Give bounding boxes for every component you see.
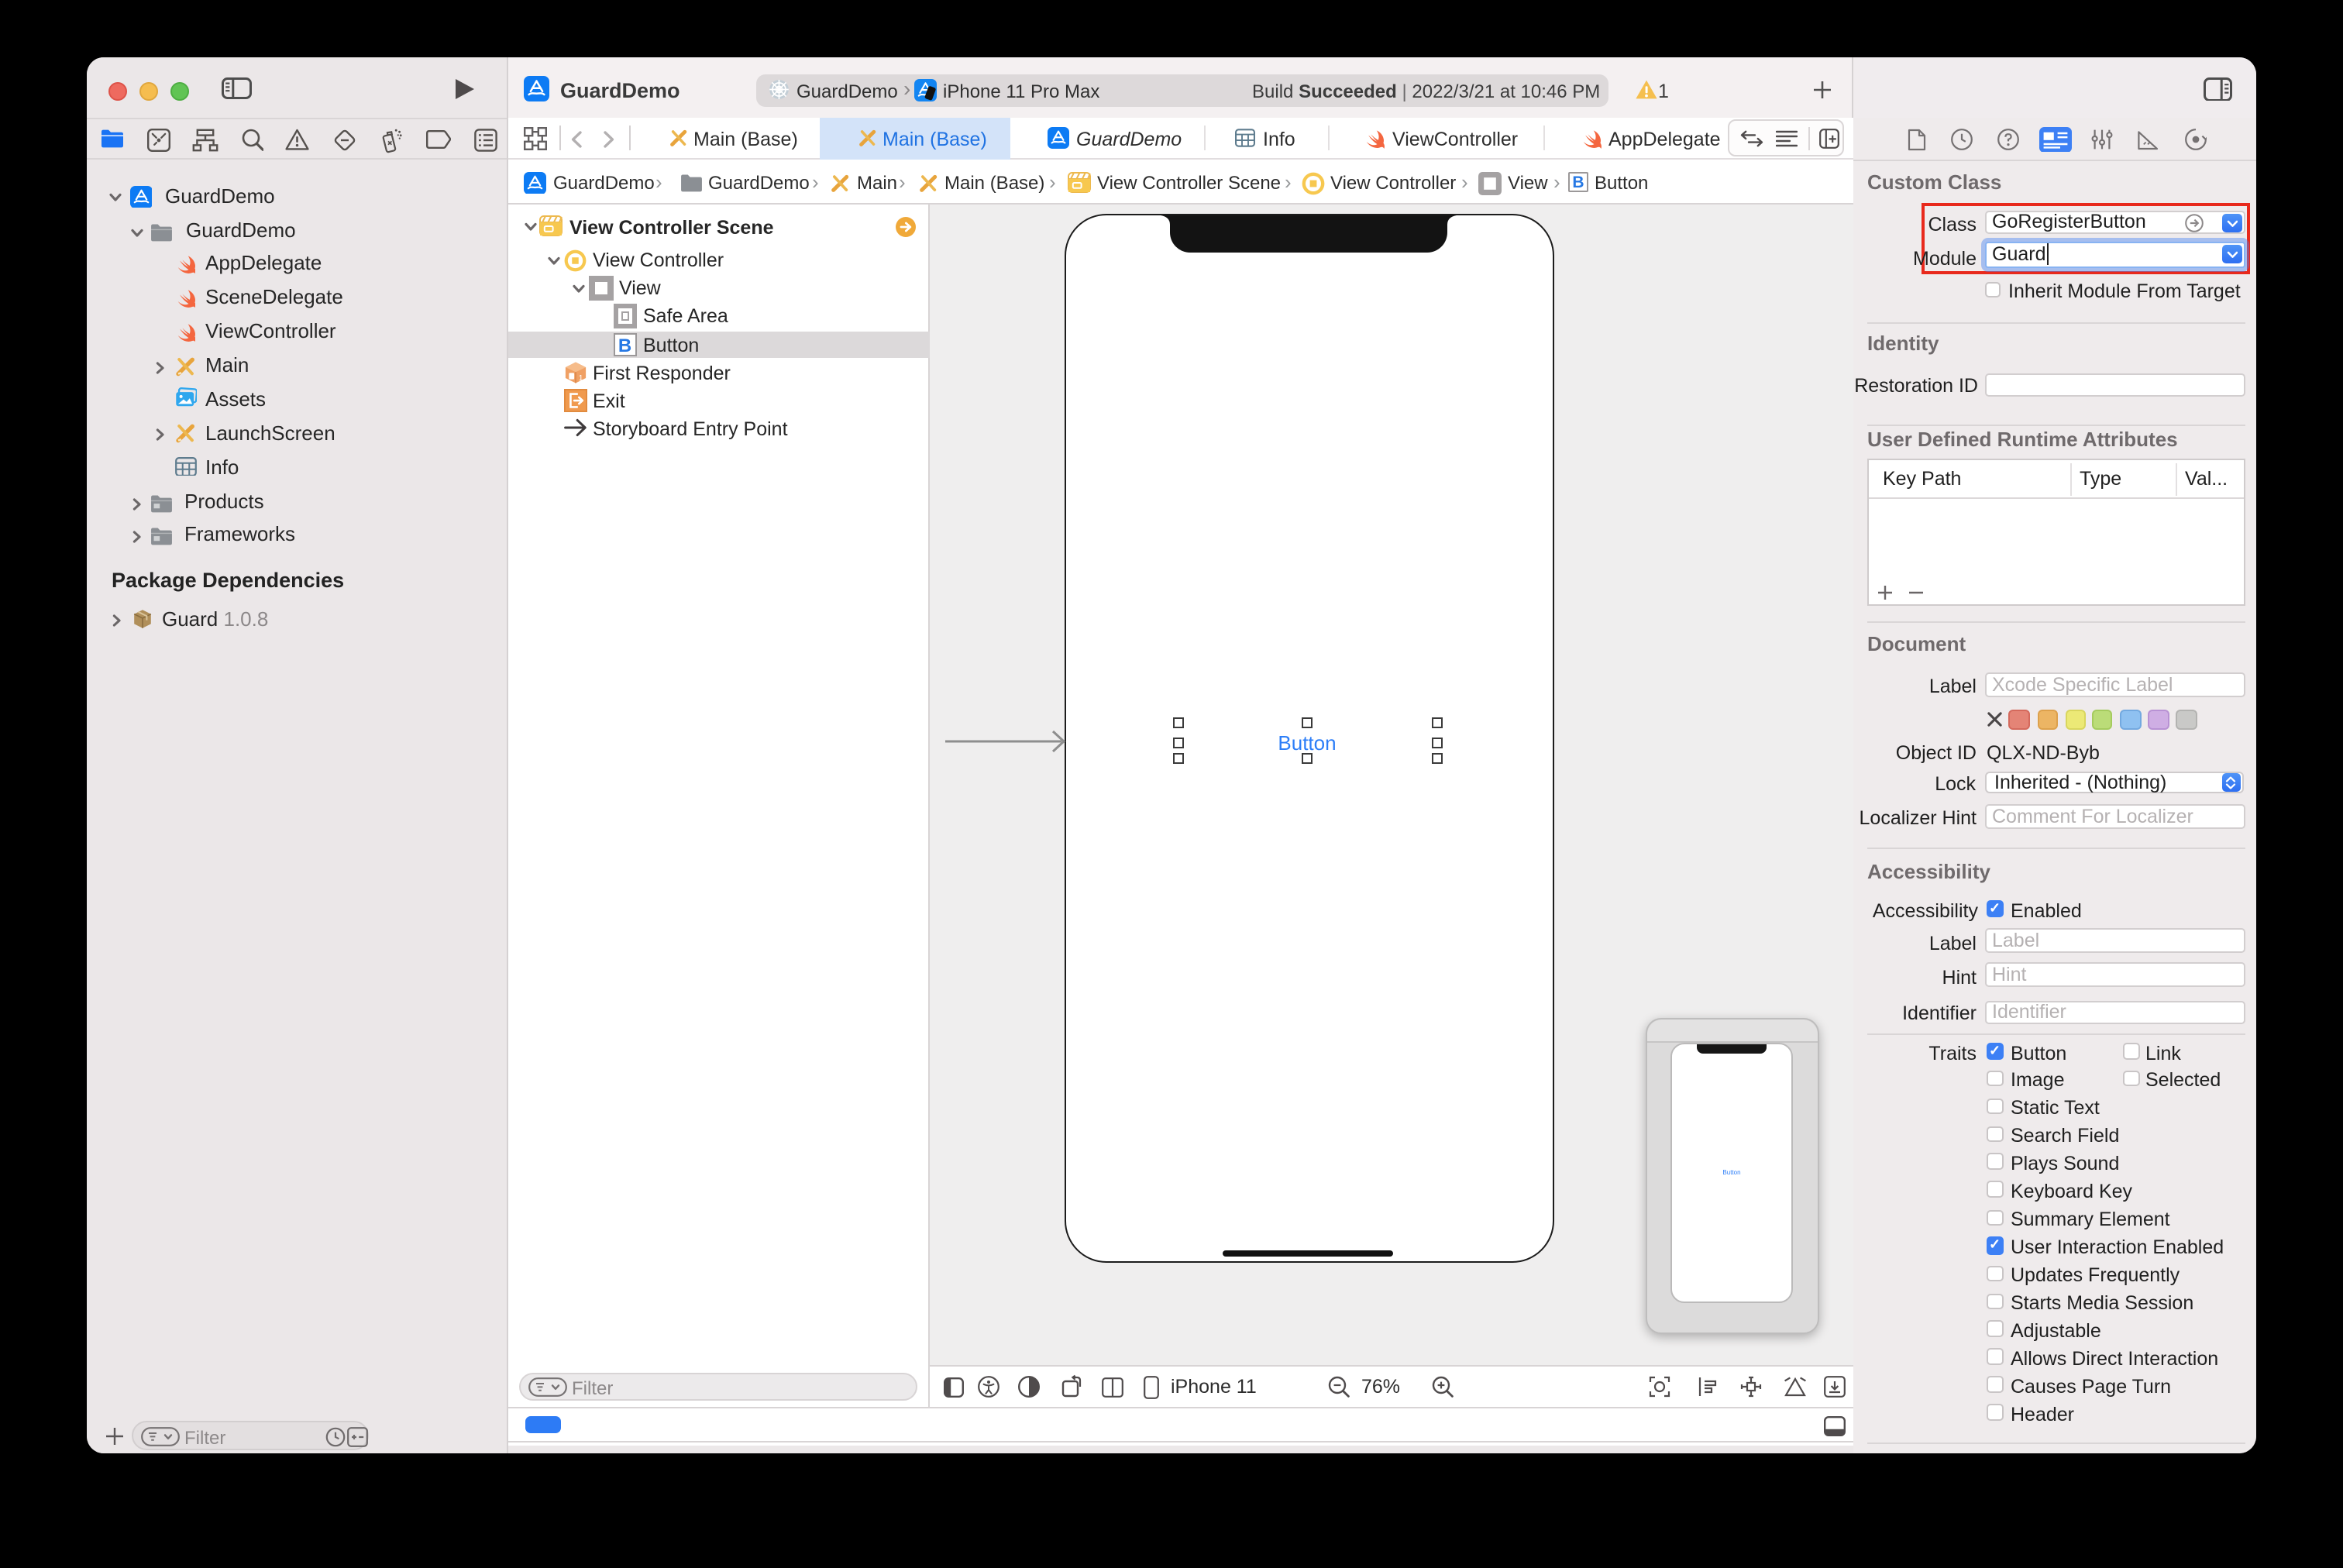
svg-text:1: 1: [579, 373, 583, 382]
